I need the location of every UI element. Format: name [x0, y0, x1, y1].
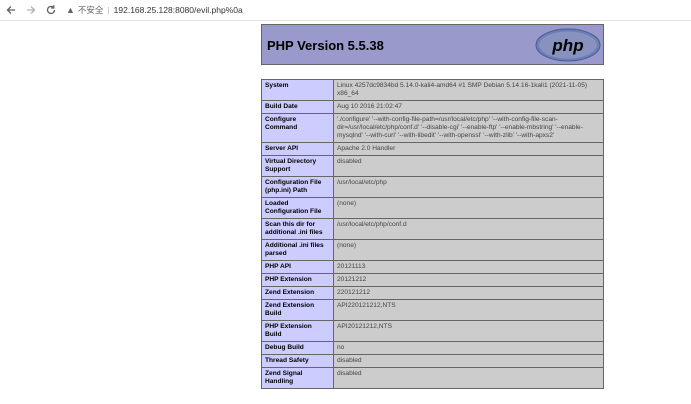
browser-toolbar: ▲ 不安全 | 192.168.25.128:8080/evil.php%0a [0, 0, 691, 21]
php-logo-text: php [551, 36, 583, 55]
row-value: /usr/local/etc/php [333, 176, 604, 198]
row-value: disabled [333, 367, 604, 389]
url-text[interactable]: 192.168.25.128:8080/evil.php%0a [114, 5, 243, 15]
table-row: PHP Extension 20121212 [261, 273, 604, 287]
row-value: disabled [333, 155, 604, 177]
table-row: Loaded Configuration File (none) [261, 197, 604, 219]
row-value: (none) [333, 197, 604, 219]
php-info-table: System Linux 4257dc9834bd 5.14.0-kali4-am… [261, 79, 604, 389]
row-value: Linux 4257dc9834bd 5.14.0-kali4-amd64 #1… [333, 79, 604, 101]
row-value: './configure' '--with-config-file-path=/… [333, 113, 604, 143]
row-label: Additional .ini files parsed [261, 239, 334, 261]
row-label: Virtual Directory Support [261, 155, 334, 177]
row-label: Configuration File (php.ini) Path [261, 176, 334, 198]
row-label: Scan this dir for additional .ini files [261, 218, 334, 240]
row-label: PHP API [261, 260, 334, 274]
row-value: Aug 10 2016 21:02:47 [333, 100, 604, 114]
address-separator: | [107, 5, 110, 15]
security-label: 不安全 [77, 5, 104, 15]
table-row: Zend Extension Build API220121212,NTS [261, 299, 604, 321]
php-info-table-body: System Linux 4257dc9834bd 5.14.0-kali4-am… [261, 79, 604, 389]
table-row: Additional .ini files parsed (none) [261, 239, 604, 261]
table-row: Server API Apache 2.0 Handler [261, 142, 604, 156]
row-value: disabled [333, 354, 604, 368]
row-label: Zend Extension [261, 286, 334, 300]
php-version-title: PHP Version 5.5.38 [267, 38, 384, 53]
table-row: Zend Extension 220121212 [261, 286, 604, 300]
row-value: no [333, 341, 604, 355]
table-row: Debug Build no [261, 341, 604, 355]
row-value: /usr/local/etc/php/conf.d [333, 218, 604, 240]
row-value: 20121113 [333, 260, 604, 274]
table-row: Thread Safety disabled [261, 354, 604, 368]
table-row: Zend Signal Handling disabled [261, 367, 604, 389]
phpinfo-container: PHP Version 5.5.38 php System Linux 4257d… [261, 24, 604, 389]
row-label: System [261, 79, 334, 101]
table-row: Build Date Aug 10 2016 21:02:47 [261, 100, 604, 114]
table-row: Virtual Directory Support disabled [261, 155, 604, 177]
row-label: PHP Extension [261, 273, 334, 287]
row-label: Thread Safety [261, 354, 334, 368]
row-label: Zend Signal Handling [261, 367, 334, 389]
row-value: Apache 2.0 Handler [333, 142, 604, 156]
table-row: Scan this dir for additional .ini files /… [261, 218, 604, 240]
back-arrow-icon[interactable] [2, 1, 20, 19]
row-label: Debug Build [261, 341, 334, 355]
table-row: Configure Command './configure' '--with-c… [261, 113, 604, 143]
row-value: 220121212 [333, 286, 604, 300]
row-label: Server API [261, 142, 334, 156]
php-version-header: PHP Version 5.5.38 php [261, 24, 604, 65]
table-row: PHP API 20121113 [261, 260, 604, 274]
forward-arrow-icon[interactable] [22, 1, 40, 19]
row-value: API20121212,NTS [333, 320, 604, 342]
table-row: System Linux 4257dc9834bd 5.14.0-kali4-am… [261, 79, 604, 101]
address-bar[interactable]: ▲ 不安全 | 192.168.25.128:8080/evil.php%0a [66, 2, 243, 18]
table-row: Configuration File (php.ini) Path/usr/lo… [261, 176, 604, 198]
reload-icon[interactable] [42, 1, 60, 19]
row-label: Zend Extension Build [261, 299, 334, 321]
row-label: Loaded Configuration File [261, 197, 334, 219]
row-value: API220121212,NTS [333, 299, 604, 321]
table-row: PHP Extension Build API20121212,NTS [261, 320, 604, 342]
warning-triangle-icon: ▲ [66, 5, 75, 15]
row-label: Configure Command [261, 113, 334, 143]
php-logo-icon[interactable]: php [535, 28, 601, 62]
row-label: PHP Extension Build [261, 320, 334, 342]
row-label: Build Date [261, 100, 334, 114]
row-value: (none) [333, 239, 604, 261]
row-value: 20121212 [333, 273, 604, 287]
